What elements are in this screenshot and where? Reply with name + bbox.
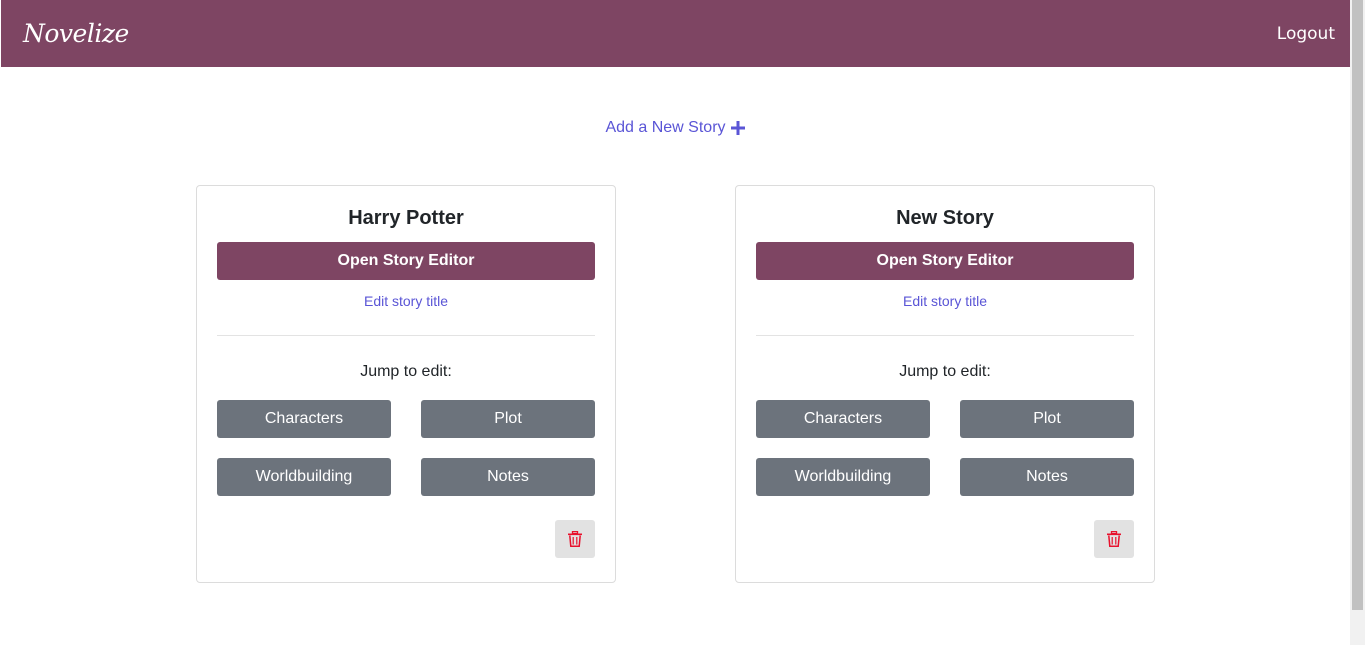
characters-button[interactable]: Characters bbox=[217, 400, 391, 438]
add-new-story-link[interactable]: Add a New Story bbox=[605, 119, 745, 137]
logout-link[interactable]: Logout bbox=[1277, 24, 1335, 44]
vertical-scrollbar[interactable] bbox=[1350, 0, 1365, 645]
open-story-editor-button[interactable]: Open Story Editor bbox=[217, 242, 595, 280]
scrollbar-thumb[interactable] bbox=[1352, 0, 1363, 610]
characters-button[interactable]: Characters bbox=[756, 400, 930, 438]
story-title: Harry Potter bbox=[348, 207, 464, 229]
worldbuilding-button[interactable]: Worldbuilding bbox=[217, 458, 391, 496]
story-card: Harry Potter Open Story Editor Edit stor… bbox=[196, 185, 616, 583]
trash-icon bbox=[1107, 531, 1121, 547]
add-story-row: Add a New Story bbox=[0, 119, 1350, 137]
delete-story-button[interactable] bbox=[1094, 520, 1134, 558]
jump-to-edit-label: Jump to edit: bbox=[360, 363, 452, 380]
top-navbar: Novelize Logout bbox=[1, 0, 1350, 67]
card-divider bbox=[756, 335, 1134, 336]
notes-button[interactable]: Notes bbox=[421, 458, 595, 496]
jump-to-edit-label: Jump to edit: bbox=[899, 363, 991, 380]
story-card: New Story Open Story Editor Edit story t… bbox=[735, 185, 1155, 583]
trash-icon bbox=[568, 531, 582, 547]
edit-story-title-link[interactable]: Edit story title bbox=[736, 293, 1154, 309]
plus-icon bbox=[730, 121, 745, 135]
plot-button[interactable]: Plot bbox=[960, 400, 1134, 438]
open-story-editor-button[interactable]: Open Story Editor bbox=[756, 242, 1134, 280]
notes-button[interactable]: Notes bbox=[960, 458, 1134, 496]
brand-logo[interactable]: Novelize bbox=[23, 19, 129, 48]
delete-story-button[interactable] bbox=[555, 520, 595, 558]
worldbuilding-button[interactable]: Worldbuilding bbox=[756, 458, 930, 496]
plot-button[interactable]: Plot bbox=[421, 400, 595, 438]
card-divider bbox=[217, 335, 595, 336]
add-new-story-label: Add a New Story bbox=[605, 119, 726, 136]
story-title: New Story bbox=[896, 207, 994, 229]
edit-story-title-link[interactable]: Edit story title bbox=[197, 293, 615, 309]
